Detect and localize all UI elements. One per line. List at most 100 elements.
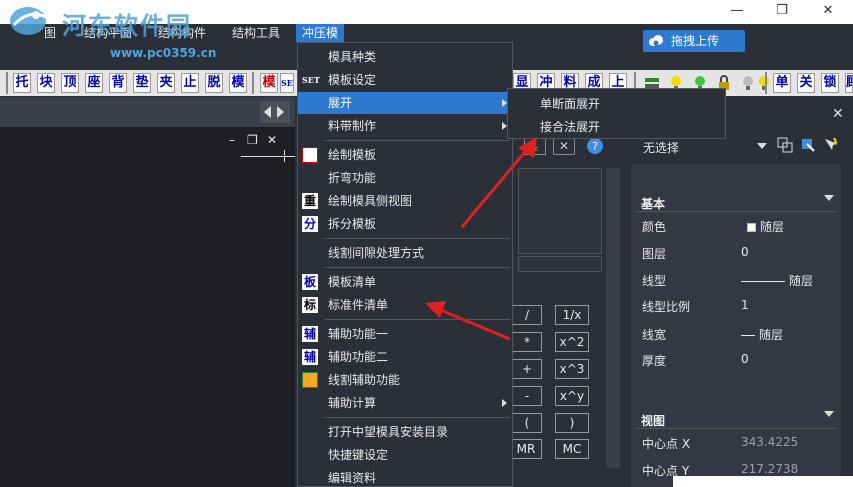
- toolbar-separator: [252, 72, 254, 94]
- aux-2-icon: 辅: [302, 349, 318, 365]
- upload-button[interactable]: 拖拽上传: [643, 30, 745, 52]
- maximize-button[interactable]: ❐: [772, 2, 792, 20]
- linetype-sample: [741, 281, 785, 282]
- prop-value-linetype[interactable]: 随层: [741, 272, 813, 289]
- prop-label-thickness: 厚度: [642, 354, 667, 368]
- calc-key-close-paren[interactable]: ): [555, 413, 589, 433]
- menu-item-aux-function-2[interactable]: 辅辅助功能二: [298, 346, 512, 368]
- menu-structure-tools[interactable]: 结构工具: [232, 24, 280, 42]
- submenu-item-joint-method[interactable]: 接合法展开: [540, 118, 600, 135]
- prop-value-lineweight[interactable]: 随层: [741, 326, 783, 343]
- tab-scroll-left-icon[interactable]: [264, 106, 271, 118]
- canvas-close-button[interactable]: ✕: [267, 133, 277, 147]
- menu-item-template-setting[interactable]: SET 模板设定: [298, 69, 512, 91]
- calc-key-power[interactable]: x^y: [555, 386, 589, 406]
- calc-key-multiply[interactable]: *: [512, 332, 542, 352]
- menu-item-draw-template[interactable]: 绘制模板: [298, 144, 512, 166]
- menu-separator: [324, 417, 510, 418]
- menu-item-wire-aux[interactable]: 线割辅助功能: [298, 369, 512, 391]
- prop-value-color[interactable]: 随层: [747, 218, 784, 235]
- menu-item-die-type[interactable]: 模具种类: [298, 46, 512, 68]
- menu-item-unfold[interactable]: 展开: [298, 92, 512, 114]
- drawing-canvas[interactable]: [0, 127, 295, 487]
- calculator-input[interactable]: [518, 256, 602, 272]
- tool-button-5[interactable]: 背: [109, 73, 127, 93]
- menu-item-standard-parts-list[interactable]: 标标准件清单: [298, 294, 512, 316]
- tool-button-7[interactable]: 夹: [157, 73, 175, 93]
- tool-button-20[interactable]: 顾: [845, 73, 853, 93]
- properties-scrollbar[interactable]: [841, 164, 853, 487]
- menu-item-split-template[interactable]: 分拆分模板: [298, 213, 512, 235]
- calculator-display[interactable]: [518, 168, 602, 254]
- collapse-view-icon[interactable]: [824, 411, 834, 417]
- calc-key-square[interactable]: x^2: [555, 332, 589, 352]
- document-tab-strip: [0, 97, 295, 127]
- watermark-url: www.pc0359.cn: [110, 46, 217, 60]
- calc-key-open-paren[interactable]: (: [512, 413, 542, 433]
- prop-value-lineweight-text: 随层: [759, 328, 784, 342]
- tool-button-set[interactable]: SET: [280, 73, 294, 93]
- menu-item-aux-function-1[interactable]: 辅辅助功能一: [298, 323, 512, 345]
- close-button[interactable]: ✕: [818, 2, 838, 20]
- menu-item-draw-side-view[interactable]: 重绘制模具侧视图: [298, 190, 512, 212]
- tool-button-9[interactable]: 脱: [205, 73, 223, 93]
- calculator-scrollbar[interactable]: [606, 168, 620, 468]
- prop-value-color-text: 随层: [760, 220, 785, 234]
- menu-item-template-list[interactable]: 板模板清单: [298, 271, 512, 293]
- tab-scroll-arrows[interactable]: [260, 101, 290, 123]
- bulb-on-icon[interactable]: [755, 74, 773, 92]
- tool-button-18[interactable]: 关: [797, 73, 815, 93]
- tool-button-2[interactable]: 块: [37, 73, 55, 93]
- toolbar-separator: [6, 72, 8, 94]
- menu-separator: [324, 319, 510, 320]
- menu-item-open-install-dir[interactable]: 打开中望模具安装目录: [298, 421, 512, 443]
- toggle-pickadd-icon[interactable]: [776, 136, 794, 154]
- calc-key-mc[interactable]: MC: [555, 439, 589, 459]
- tool-button-11[interactable]: 模: [260, 73, 278, 93]
- lineweight-sample: [741, 335, 755, 336]
- tool-button-17[interactable]: 单: [773, 73, 791, 93]
- select-objects-icon[interactable]: [799, 136, 817, 154]
- prop-value-thickness[interactable]: 0: [741, 352, 749, 366]
- calc-key-divide[interactable]: /: [512, 305, 542, 325]
- tool-button-3[interactable]: 顶: [61, 73, 79, 93]
- minimize-button[interactable]: —: [727, 2, 747, 20]
- tool-button-10[interactable]: 模: [229, 73, 247, 93]
- sum-icon[interactable]: ⤓: [524, 137, 546, 155]
- clear-x-icon[interactable]: ✕: [553, 137, 575, 155]
- menu-item-wire-gap[interactable]: 线割间隙处理方式: [298, 242, 512, 264]
- chevron-down-icon: [757, 143, 767, 149]
- tool-button-6[interactable]: 垫: [133, 73, 151, 93]
- menu-item-aux-calc[interactable]: 辅助计算: [298, 392, 512, 414]
- calc-key-reciprocal[interactable]: 1/x: [555, 305, 589, 325]
- prop-value-linetype-text: 随层: [789, 274, 814, 288]
- tab-scroll-right-icon[interactable]: [277, 106, 284, 118]
- menu-item-strip-making[interactable]: 料带制作: [298, 115, 512, 137]
- menu-stamping-die[interactable]: 冲压模: [296, 24, 345, 42]
- tool-button-1[interactable]: 托: [13, 73, 31, 93]
- quick-select-icon[interactable]: [822, 136, 840, 154]
- help-icon[interactable]: ?: [585, 136, 605, 156]
- submenu-item-single-section[interactable]: 单断面展开: [540, 95, 600, 112]
- prop-value-linetype-scale[interactable]: 1: [741, 298, 749, 312]
- prop-value-center-x: 343.4225: [741, 435, 799, 449]
- prop-label-linetype: 线型: [642, 274, 667, 288]
- collapse-basic-icon[interactable]: [824, 195, 834, 201]
- tool-button-4[interactable]: 座: [85, 73, 103, 93]
- tool-button-19[interactable]: 锁: [821, 73, 839, 93]
- prop-value-layer[interactable]: 0: [741, 245, 749, 259]
- calc-key-minus[interactable]: -: [512, 386, 542, 406]
- calc-key-mr[interactable]: MR: [510, 439, 542, 459]
- menu-item-edit-data[interactable]: 编辑资料: [298, 467, 512, 487]
- aux-1-icon: 辅: [302, 326, 318, 342]
- menu-item-shortcut-settings[interactable]: 快捷键设定: [298, 444, 512, 466]
- tool-button-8[interactable]: 止: [181, 73, 199, 93]
- canvas-minimize-button[interactable]: –: [229, 133, 235, 147]
- divider: [636, 211, 836, 212]
- properties-close-icon[interactable]: ✕: [832, 106, 844, 122]
- selection-dropdown[interactable]: 无选择: [631, 136, 771, 156]
- canvas-restore-button[interactable]: ❐: [247, 133, 258, 147]
- calc-key-plus[interactable]: +: [512, 359, 542, 379]
- menu-item-bend-function[interactable]: 折弯功能: [298, 167, 512, 189]
- calc-key-cube[interactable]: x^3: [555, 359, 589, 379]
